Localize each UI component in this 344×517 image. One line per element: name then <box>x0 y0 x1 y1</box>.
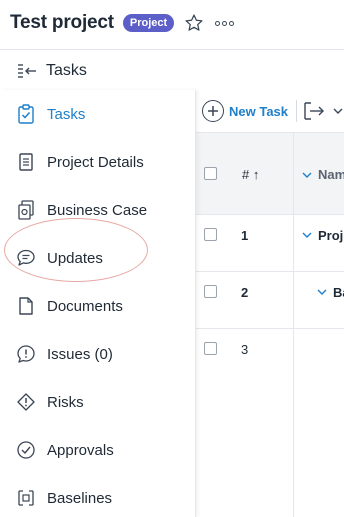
header-divider <box>0 49 344 50</box>
document-icon <box>16 152 36 172</box>
table-row[interactable]: 2 Ba <box>196 272 344 329</box>
row-name[interactable]: Proj <box>302 215 343 255</box>
panel-header: Tasks <box>0 52 87 90</box>
sidebar-item-documents[interactable]: Documents <box>0 282 196 330</box>
sidebar-item-issues[interactable]: Issues (0) <box>0 330 196 378</box>
issue-alert-icon <box>16 344 36 364</box>
sidebar-item-risks[interactable]: Risks <box>0 378 196 426</box>
sidebar-item-label: Issues (0) <box>47 345 113 363</box>
sidebar-item-label: Documents <box>47 297 123 315</box>
sidebar-item-tasks[interactable]: Tasks <box>0 90 196 138</box>
row-checkbox[interactable] <box>204 342 217 355</box>
sidebar-item-label: Risks <box>47 393 84 411</box>
sidebar-item-label: Business Case <box>47 201 148 219</box>
export-icon[interactable] <box>303 101 325 121</box>
star-icon[interactable] <box>183 12 205 34</box>
new-task-label: New Task <box>229 103 289 119</box>
plus-circle-icon <box>202 100 224 122</box>
sidebar-item-label: Project Details <box>47 153 144 171</box>
row-name[interactable]: Ba <box>317 272 344 312</box>
table-row[interactable]: 1 Proj <box>196 215 344 272</box>
row-name-label: Proj <box>318 227 344 243</box>
sidebar-item-baselines[interactable]: Baselines <box>0 474 196 517</box>
column-header-number[interactable]: # ↑ <box>242 167 259 182</box>
panel-title: Tasks <box>46 62 87 79</box>
column-divider <box>293 272 294 328</box>
project-header: Test project Project <box>0 0 344 46</box>
sidebar-item-label: Updates <box>47 249 103 267</box>
more-options-icon[interactable] <box>215 20 235 26</box>
collapse-sidebar-icon[interactable] <box>16 62 38 80</box>
sidebar-item-label: Approvals <box>47 441 114 459</box>
risk-diamond-icon <box>16 392 36 412</box>
sidebar-item-business-case[interactable]: Business Case <box>0 186 196 234</box>
column-header-name[interactable]: Nam <box>302 167 344 182</box>
project-sidebar: Tasks Project Details Business Case Upda… <box>0 90 196 517</box>
business-case-icon <box>16 200 36 220</box>
sidebar-item-approvals[interactable]: Approvals <box>0 426 196 474</box>
table-header: # ↑ Nam <box>196 132 344 215</box>
column-header-name-label: Nam <box>318 167 344 182</box>
row-number: 3 <box>241 342 249 357</box>
new-task-button[interactable]: New Task <box>202 100 288 122</box>
check-circle-icon <box>16 440 36 460</box>
sidebar-item-updates[interactable]: Updates <box>0 234 196 282</box>
baseline-icon <box>16 488 36 508</box>
chevron-down-icon[interactable] <box>302 231 312 239</box>
row-checkbox[interactable] <box>204 285 217 298</box>
column-divider <box>293 133 294 214</box>
column-divider <box>293 329 294 517</box>
row-number: 2 <box>241 285 249 300</box>
chat-bubble-icon <box>16 248 36 268</box>
chevron-down-icon[interactable] <box>333 107 343 115</box>
table-row[interactable]: 3 <box>196 329 344 517</box>
row-number: 1 <box>241 228 249 243</box>
project-badge: Project <box>122 14 175 32</box>
chevron-down-icon[interactable] <box>317 288 327 296</box>
column-divider <box>293 215 294 271</box>
sidebar-item-label: Baselines <box>47 489 113 507</box>
chevron-down-icon <box>302 171 312 179</box>
project-title: Test project <box>10 12 114 33</box>
file-icon <box>16 296 36 316</box>
toolbar-divider <box>296 100 298 122</box>
row-name-label: Ba <box>333 284 344 300</box>
clipboard-check-icon <box>16 104 36 124</box>
sidebar-item-project-details[interactable]: Project Details <box>0 138 196 186</box>
select-all-checkbox[interactable] <box>204 167 217 180</box>
task-toolbar: New Task <box>196 90 344 132</box>
sidebar-item-label: Tasks <box>47 105 86 123</box>
row-checkbox[interactable] <box>204 228 217 241</box>
